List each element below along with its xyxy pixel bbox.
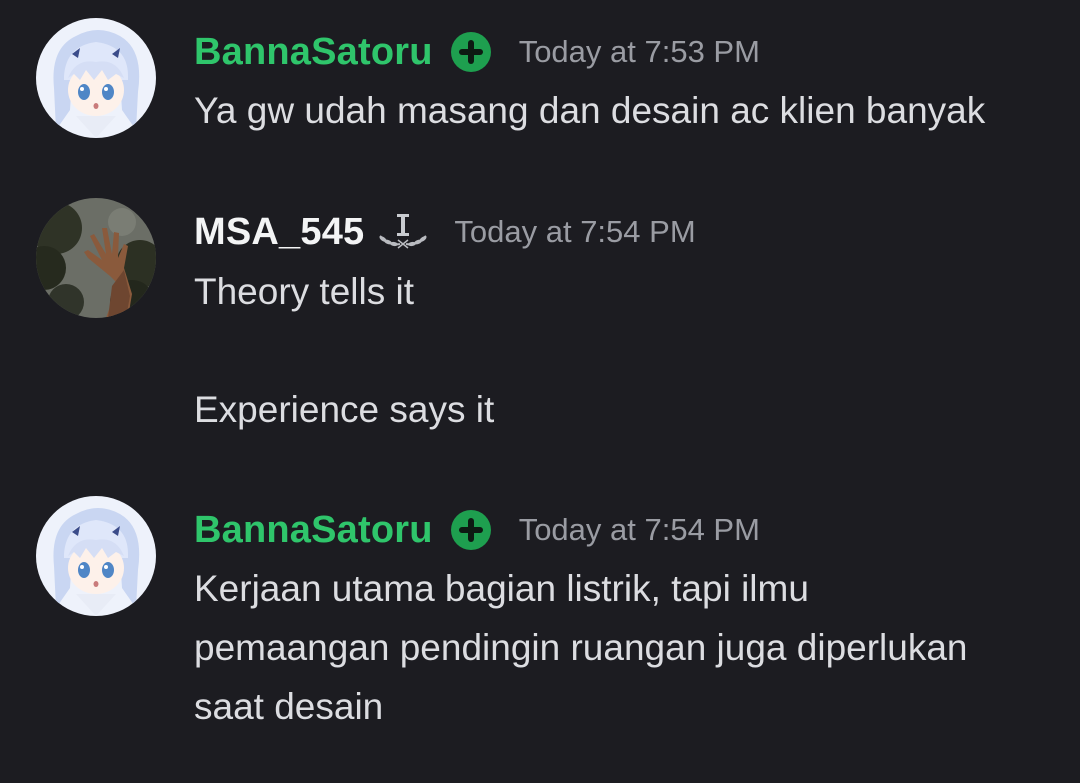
message-header: BannaSatoru Today at 7:54 PM (194, 502, 760, 558)
username[interactable]: BannaSatoru (194, 509, 433, 552)
message-text-line: saat desain (194, 686, 384, 727)
avatar[interactable] (36, 496, 156, 616)
plus-circle-icon[interactable] (449, 508, 493, 552)
message-content: Ya gw udah masang dan desain ac klien ba… (194, 81, 985, 140)
message-text-line: Experience says it (194, 389, 495, 430)
plus-circle-icon[interactable] (449, 30, 493, 74)
message-header: MSA_545 Today at 7:54 PM (194, 204, 696, 260)
message-timestamp[interactable]: Today at 7:54 PM (519, 512, 760, 548)
message-text-line: Kerjaan utama bagian listrik, tapi ilmu (194, 568, 809, 609)
anime-girl-avatar-icon (36, 496, 156, 616)
message-timestamp[interactable]: Today at 7:53 PM (519, 34, 760, 70)
message-item: BannaSatoru Today at 7:53 PM Ya gw udah … (0, 0, 1080, 180)
message-text-line: pemaangan pendingin ruangan juga diperlu… (194, 627, 968, 668)
message-header: BannaSatoru Today at 7:53 PM (194, 24, 760, 80)
message-text-line: Ya gw udah masang dan desain ac klien ba… (194, 90, 986, 131)
username[interactable]: MSA_545 (194, 211, 364, 254)
message-content: Kerjaan utama bagian listrik, tapi ilmu … (194, 559, 968, 736)
laurel-icon[interactable] (374, 210, 432, 254)
message-text-line: Theory tells it (194, 271, 415, 312)
message-timestamp[interactable]: Today at 7:54 PM (454, 214, 695, 250)
avatar[interactable] (36, 18, 156, 138)
message-item: MSA_545 Today at 7:54 PM Theory tells it… (0, 180, 1080, 480)
message-content: Theory tells it Experience says it (194, 262, 494, 439)
username[interactable]: BannaSatoru (194, 31, 433, 74)
chat-message-list: BannaSatoru Today at 7:53 PM Ya gw udah … (0, 0, 1080, 783)
avatar[interactable] (36, 198, 156, 318)
hand-silhouette-avatar-icon (36, 198, 156, 318)
message-item: BannaSatoru Today at 7:54 PM Kerjaan uta… (0, 478, 1080, 783)
anime-girl-avatar-icon (36, 18, 156, 138)
